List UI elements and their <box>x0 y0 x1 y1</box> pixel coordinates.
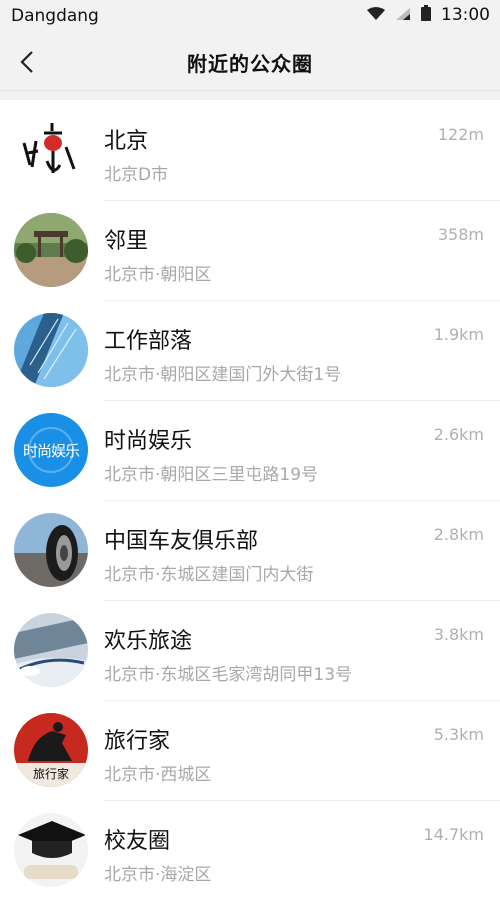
circle-name: 校友圈 <box>104 829 171 854</box>
list-item[interactable]: 邻里 北京市·朝阳区 358m <box>0 200 500 301</box>
list-item[interactable]: 北京 北京D市 122m <box>0 100 500 201</box>
circle-distance: 358m <box>437 224 484 244</box>
list-item[interactable]: 旅行家 旅行家 北京市·西城区 5.3km <box>0 700 500 801</box>
circle-name: 北京 <box>104 128 149 154</box>
list-item[interactable]: 时尚娱乐 时尚娱乐 北京市·朝阳区三里屯路19号 2.6km <box>0 400 500 501</box>
page-title: 附近的公众圈 <box>187 52 313 76</box>
circle-address: 北京市·西城区 <box>104 764 212 785</box>
skyscraper-icon <box>14 313 88 387</box>
circle-distance: 5.3km <box>433 724 484 744</box>
circle-distance: 14.7km <box>423 825 484 844</box>
list-item[interactable]: 工作部落 北京市·朝阳区建国门外大街1号 1.9km <box>0 300 500 401</box>
circle-name: 时尚娱乐 <box>104 428 193 454</box>
traveler-icon: 旅行家 <box>14 713 88 787</box>
circle-address: 北京D市 <box>104 164 169 185</box>
status-bar: Dangdang 13:00 <box>0 0 500 34</box>
car-wheel-icon <box>14 513 88 587</box>
list-item[interactable]: 校友圈 北京市·海淀区 14.7km <box>0 800 500 900</box>
circle-address: 北京市·海淀区 <box>104 865 212 885</box>
circle-address: 北京市·东城区建国门内大街 <box>104 564 314 585</box>
list-item[interactable]: 欢乐旅途 北京市·东城区毛家湾胡同甲13号 3.8km <box>0 600 500 701</box>
circle-name: 中国车友俱乐部 <box>104 528 259 554</box>
list-item[interactable]: 中国车友俱乐部 北京市·东城区建国门内大街 2.8km <box>0 500 500 601</box>
signal-icon <box>395 6 411 25</box>
circle-distance: 122m <box>437 124 484 144</box>
wifi-icon <box>367 6 385 25</box>
carrier-label: Dangdang <box>11 6 99 26</box>
circle-distance: 3.8km <box>433 624 484 644</box>
circle-name: 欢乐旅途 <box>104 628 193 654</box>
traveler-logo-text: 旅行家 <box>32 767 69 781</box>
navigation-bar: 附近的公众圈 <box>0 34 500 91</box>
circle-distance: 2.6km <box>433 424 484 444</box>
train-icon <box>14 613 88 687</box>
circle-address: 北京市·东城区毛家湾胡同甲13号 <box>104 664 353 685</box>
circle-address: 北京市·朝阳区 <box>104 264 212 285</box>
fashion-logo-text: 时尚娱乐 <box>22 442 80 460</box>
park-photo-icon <box>14 213 88 287</box>
graduation-cap-icon <box>14 813 88 887</box>
fashion-logo-icon: 时尚娱乐 <box>14 413 88 487</box>
clock: 13:00 <box>441 5 490 25</box>
circle-address: 北京市·朝阳区建国门外大街1号 <box>104 364 342 385</box>
circle-address: 北京市·朝阳区三里屯路19号 <box>104 464 319 485</box>
battery-icon <box>421 5 431 25</box>
circle-name: 工作部落 <box>104 328 193 354</box>
circle-name: 旅行家 <box>104 728 171 754</box>
circle-distance: 2.8km <box>433 524 484 544</box>
nearby-circles-list: 北京 北京D市 122m 邻里 北京市·朝阳区 358m 工作部落 北京市·朝阳… <box>0 100 500 900</box>
beijing-logo-icon <box>14 113 88 187</box>
circle-distance: 1.9km <box>433 324 484 344</box>
circle-name: 邻里 <box>104 228 149 254</box>
